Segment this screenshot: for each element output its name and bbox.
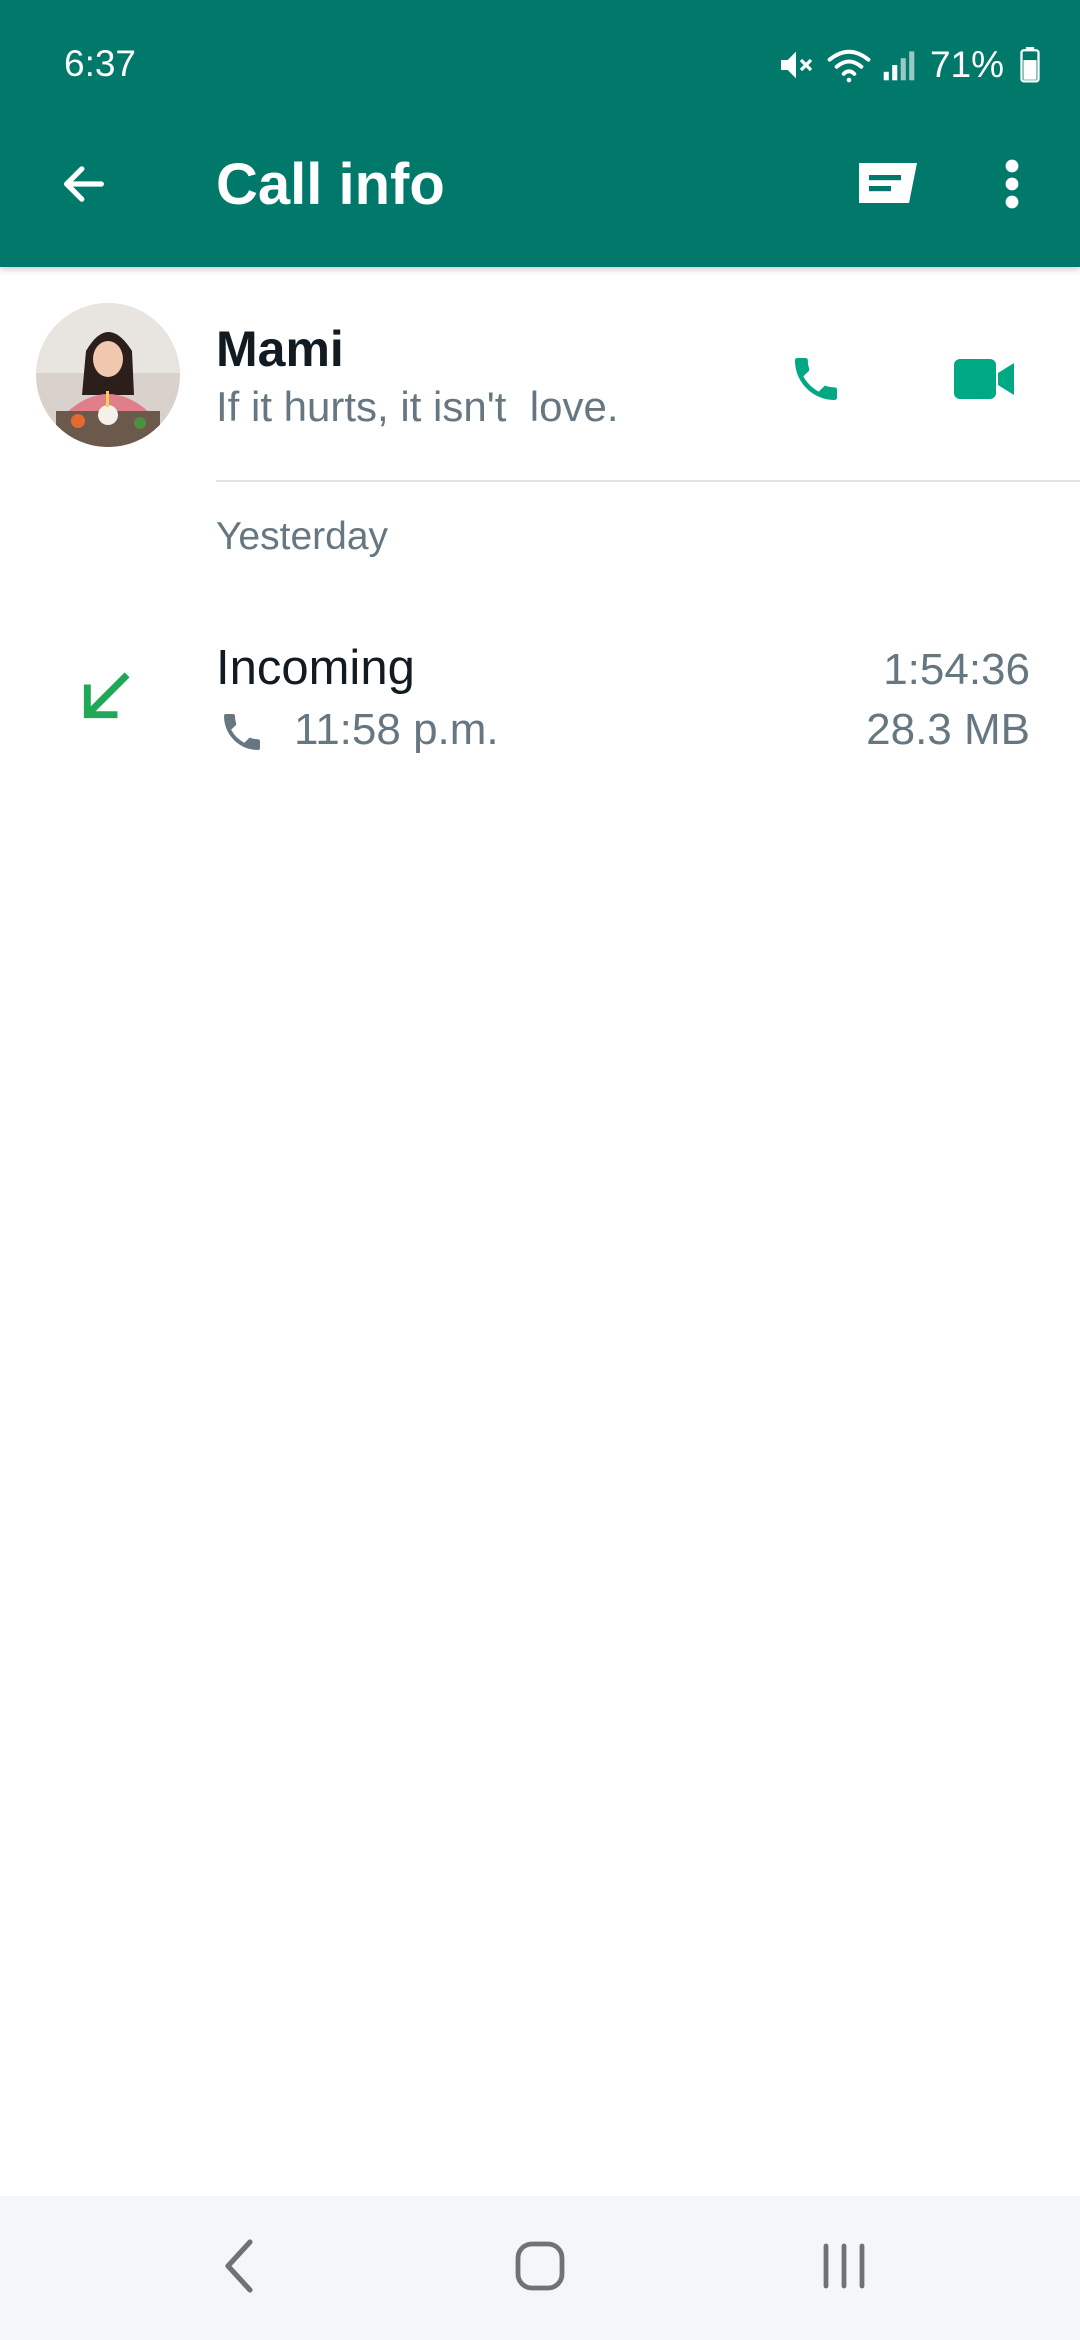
arrow-left-icon <box>58 158 110 215</box>
mute-icon <box>776 45 816 85</box>
contact-row[interactable]: Mami If it hurts, it isn't love. <box>0 267 1080 481</box>
call-date-header: Yesterday <box>216 515 389 558</box>
system-navigation-bar <box>0 2196 1080 2340</box>
home-nav-icon <box>514 2240 566 2297</box>
incoming-arrow-icon <box>74 664 138 728</box>
nav-recents-button[interactable] <box>794 2218 894 2318</box>
phone-icon <box>788 351 844 412</box>
battery-icon <box>1020 47 1040 83</box>
more-options-button[interactable] <box>976 142 1048 230</box>
status-time: 6:37 <box>64 43 137 84</box>
contact-name: Mami <box>216 321 344 377</box>
message-icon <box>855 159 921 214</box>
call-duration: 1:54:36 <box>883 645 1030 694</box>
divider <box>216 480 1080 482</box>
signal-icon <box>882 47 916 83</box>
contact-status: If it hurts, it isn't love. <box>216 383 619 430</box>
voice-call-button[interactable] <box>772 337 860 425</box>
recents-nav-icon <box>818 2240 870 2297</box>
call-data-size: 28.3 MB <box>866 705 1030 754</box>
call-type: Incoming <box>216 641 415 695</box>
call-log-item: Incoming 11:58 p.m. 1:54:36 28.3 MB <box>0 620 1080 770</box>
call-time: 11:58 p.m. <box>294 705 499 754</box>
back-button[interactable] <box>40 142 128 230</box>
app-header: 6:37 71% Call info <box>0 0 1080 267</box>
page-title: Call info <box>216 152 445 217</box>
video-call-button[interactable] <box>940 337 1028 425</box>
nav-back-button[interactable] <box>190 2218 290 2318</box>
message-button[interactable] <box>844 142 932 230</box>
video-icon <box>952 357 1016 406</box>
contact-avatar[interactable] <box>36 303 180 447</box>
phone-icon <box>218 708 266 756</box>
nav-home-button[interactable] <box>490 2218 590 2318</box>
wifi-icon <box>826 45 872 85</box>
more-vertical-icon <box>1004 158 1020 215</box>
status-icons: 71% <box>766 40 1040 90</box>
back-nav-icon <box>220 2236 260 2301</box>
battery-percent: 71% <box>929 44 1004 85</box>
